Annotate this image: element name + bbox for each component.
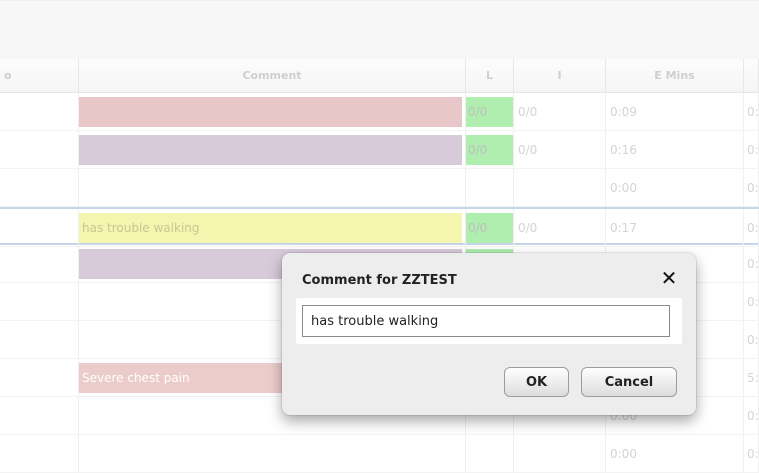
comment-input-container	[296, 298, 682, 344]
close-icon[interactable]: ✕	[658, 267, 680, 289]
cancel-button[interactable]: Cancel	[581, 367, 677, 397]
comment-input[interactable]	[302, 305, 670, 337]
ok-button[interactable]: OK	[504, 367, 569, 397]
comment-dialog: Comment for ZZTEST ✕ OK Cancel	[282, 253, 696, 415]
dialog-title: Comment for ZZTEST	[302, 273, 457, 288]
